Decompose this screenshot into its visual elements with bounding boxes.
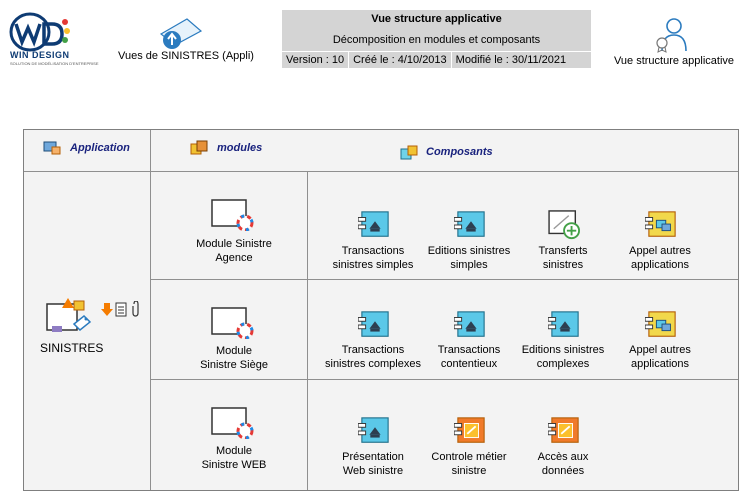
component-icon[interactable] — [548, 416, 582, 446]
created-date: Créé le : 4/10/2013 — [349, 51, 452, 68]
component-icon[interactable] — [645, 310, 679, 340]
logo-text: WIN DESIGN — [10, 50, 70, 60]
person-certificate-icon[interactable] — [654, 17, 690, 53]
column-header-application: Application — [70, 142, 130, 154]
component-label: Transferts sinistres — [508, 244, 618, 272]
component-icon[interactable] — [548, 210, 582, 240]
component-label-line: complexes — [536, 358, 590, 370]
column-header-components: Composants — [426, 146, 493, 158]
component-icon[interactable] — [454, 210, 488, 240]
application-icon — [43, 141, 61, 155]
component-icon[interactable] — [358, 416, 392, 446]
components-icon — [400, 145, 418, 160]
module-icon-web[interactable] — [211, 407, 255, 439]
application-actions-icons[interactable] — [100, 301, 142, 317]
component-label-line: données — [541, 465, 585, 477]
component-label-line: Accès aux — [537, 451, 589, 463]
component-label: Transactions sinistres simples — [318, 244, 428, 272]
module-label-line: Agence — [215, 252, 253, 264]
component-icon[interactable] — [454, 416, 488, 446]
component-label-line: Transferts — [538, 245, 588, 257]
module-label-agence: Module Sinistre Agence — [174, 237, 294, 265]
module-label-line: Module — [215, 345, 253, 357]
diagram-info-panel: Vue structure applicative Décomposition … — [282, 10, 591, 68]
component-icon[interactable] — [358, 310, 392, 340]
component-label-line: Appel autres — [629, 344, 691, 356]
module-label-line: Sinistre Siège — [200, 359, 268, 371]
version-label: Version : 10 — [282, 51, 350, 68]
component-label-line: Transactions — [341, 245, 405, 257]
module-label-line: Module — [215, 445, 253, 457]
diagram-title: Vue structure applicative — [371, 13, 502, 25]
component-icon[interactable] — [548, 310, 582, 340]
component-label-line: Appel autres — [629, 245, 691, 257]
row-divider-1 — [150, 279, 738, 280]
component-icon[interactable] — [358, 210, 392, 240]
component-label-line: Présentation — [342, 451, 404, 463]
views-link[interactable]: Vues de SINISTRES (Appli) — [116, 50, 256, 62]
component-label-line: Editions sinistres — [521, 344, 605, 356]
col-divider-1 — [150, 130, 151, 490]
header-divider — [24, 171, 738, 172]
module-label-line: Sinistre WEB — [201, 459, 267, 471]
module-label-web: Module Sinistre WEB — [174, 444, 294, 472]
module-icon-agence[interactable] — [211, 199, 255, 231]
column-header-modules: modules — [217, 142, 263, 154]
diagram-subtitle: Décomposition en modules et composants — [332, 34, 541, 46]
view-type-label: Vue structure applicative — [613, 55, 735, 67]
col-divider-2 — [307, 171, 308, 490]
module-label-line: Module Sinistre — [196, 238, 272, 250]
component-label: Appel autres applications — [605, 244, 715, 272]
component-label: Accès aux données — [508, 450, 618, 478]
modules-icon — [190, 140, 208, 155]
component-label-line: applications — [630, 358, 690, 370]
structure-table: Application modules Composants SINISTRES… — [23, 129, 739, 491]
component-label-line: sinistres complexes — [325, 358, 421, 370]
modified-date: Modifié le : 30/11/2021 — [451, 51, 591, 68]
row-divider-2 — [150, 379, 738, 380]
module-icon-siege[interactable] — [211, 307, 255, 339]
component-label: Transactions sinistres complexes — [318, 343, 428, 371]
component-label: Editions sinistres complexes — [508, 343, 618, 371]
views-diagram-icon[interactable] — [159, 17, 203, 51]
logo-subtitle: SOLUTION DE MODÉLISATION D'ENTREPRISE — [10, 61, 99, 66]
component-label-line: sinistres simples — [332, 259, 414, 271]
component-icon[interactable] — [645, 210, 679, 240]
component-label-line: Web sinistre — [342, 465, 404, 477]
component-label-line: sinistres — [542, 259, 584, 271]
component-label: Présentation Web sinistre — [318, 450, 428, 478]
component-label-line: applications — [630, 259, 690, 271]
application-name: SINISTRES — [40, 341, 104, 355]
component-label-line: Transactions — [341, 344, 405, 356]
application-node-icon[interactable] — [46, 298, 92, 342]
module-label-siege: Module Sinistre Siège — [174, 344, 294, 372]
component-icon[interactable] — [454, 310, 488, 340]
diagram-metadata-row: Version : 10 Créé le : 4/10/2013 Modifié… — [282, 51, 591, 68]
component-label: Appel autres applications — [605, 343, 715, 371]
